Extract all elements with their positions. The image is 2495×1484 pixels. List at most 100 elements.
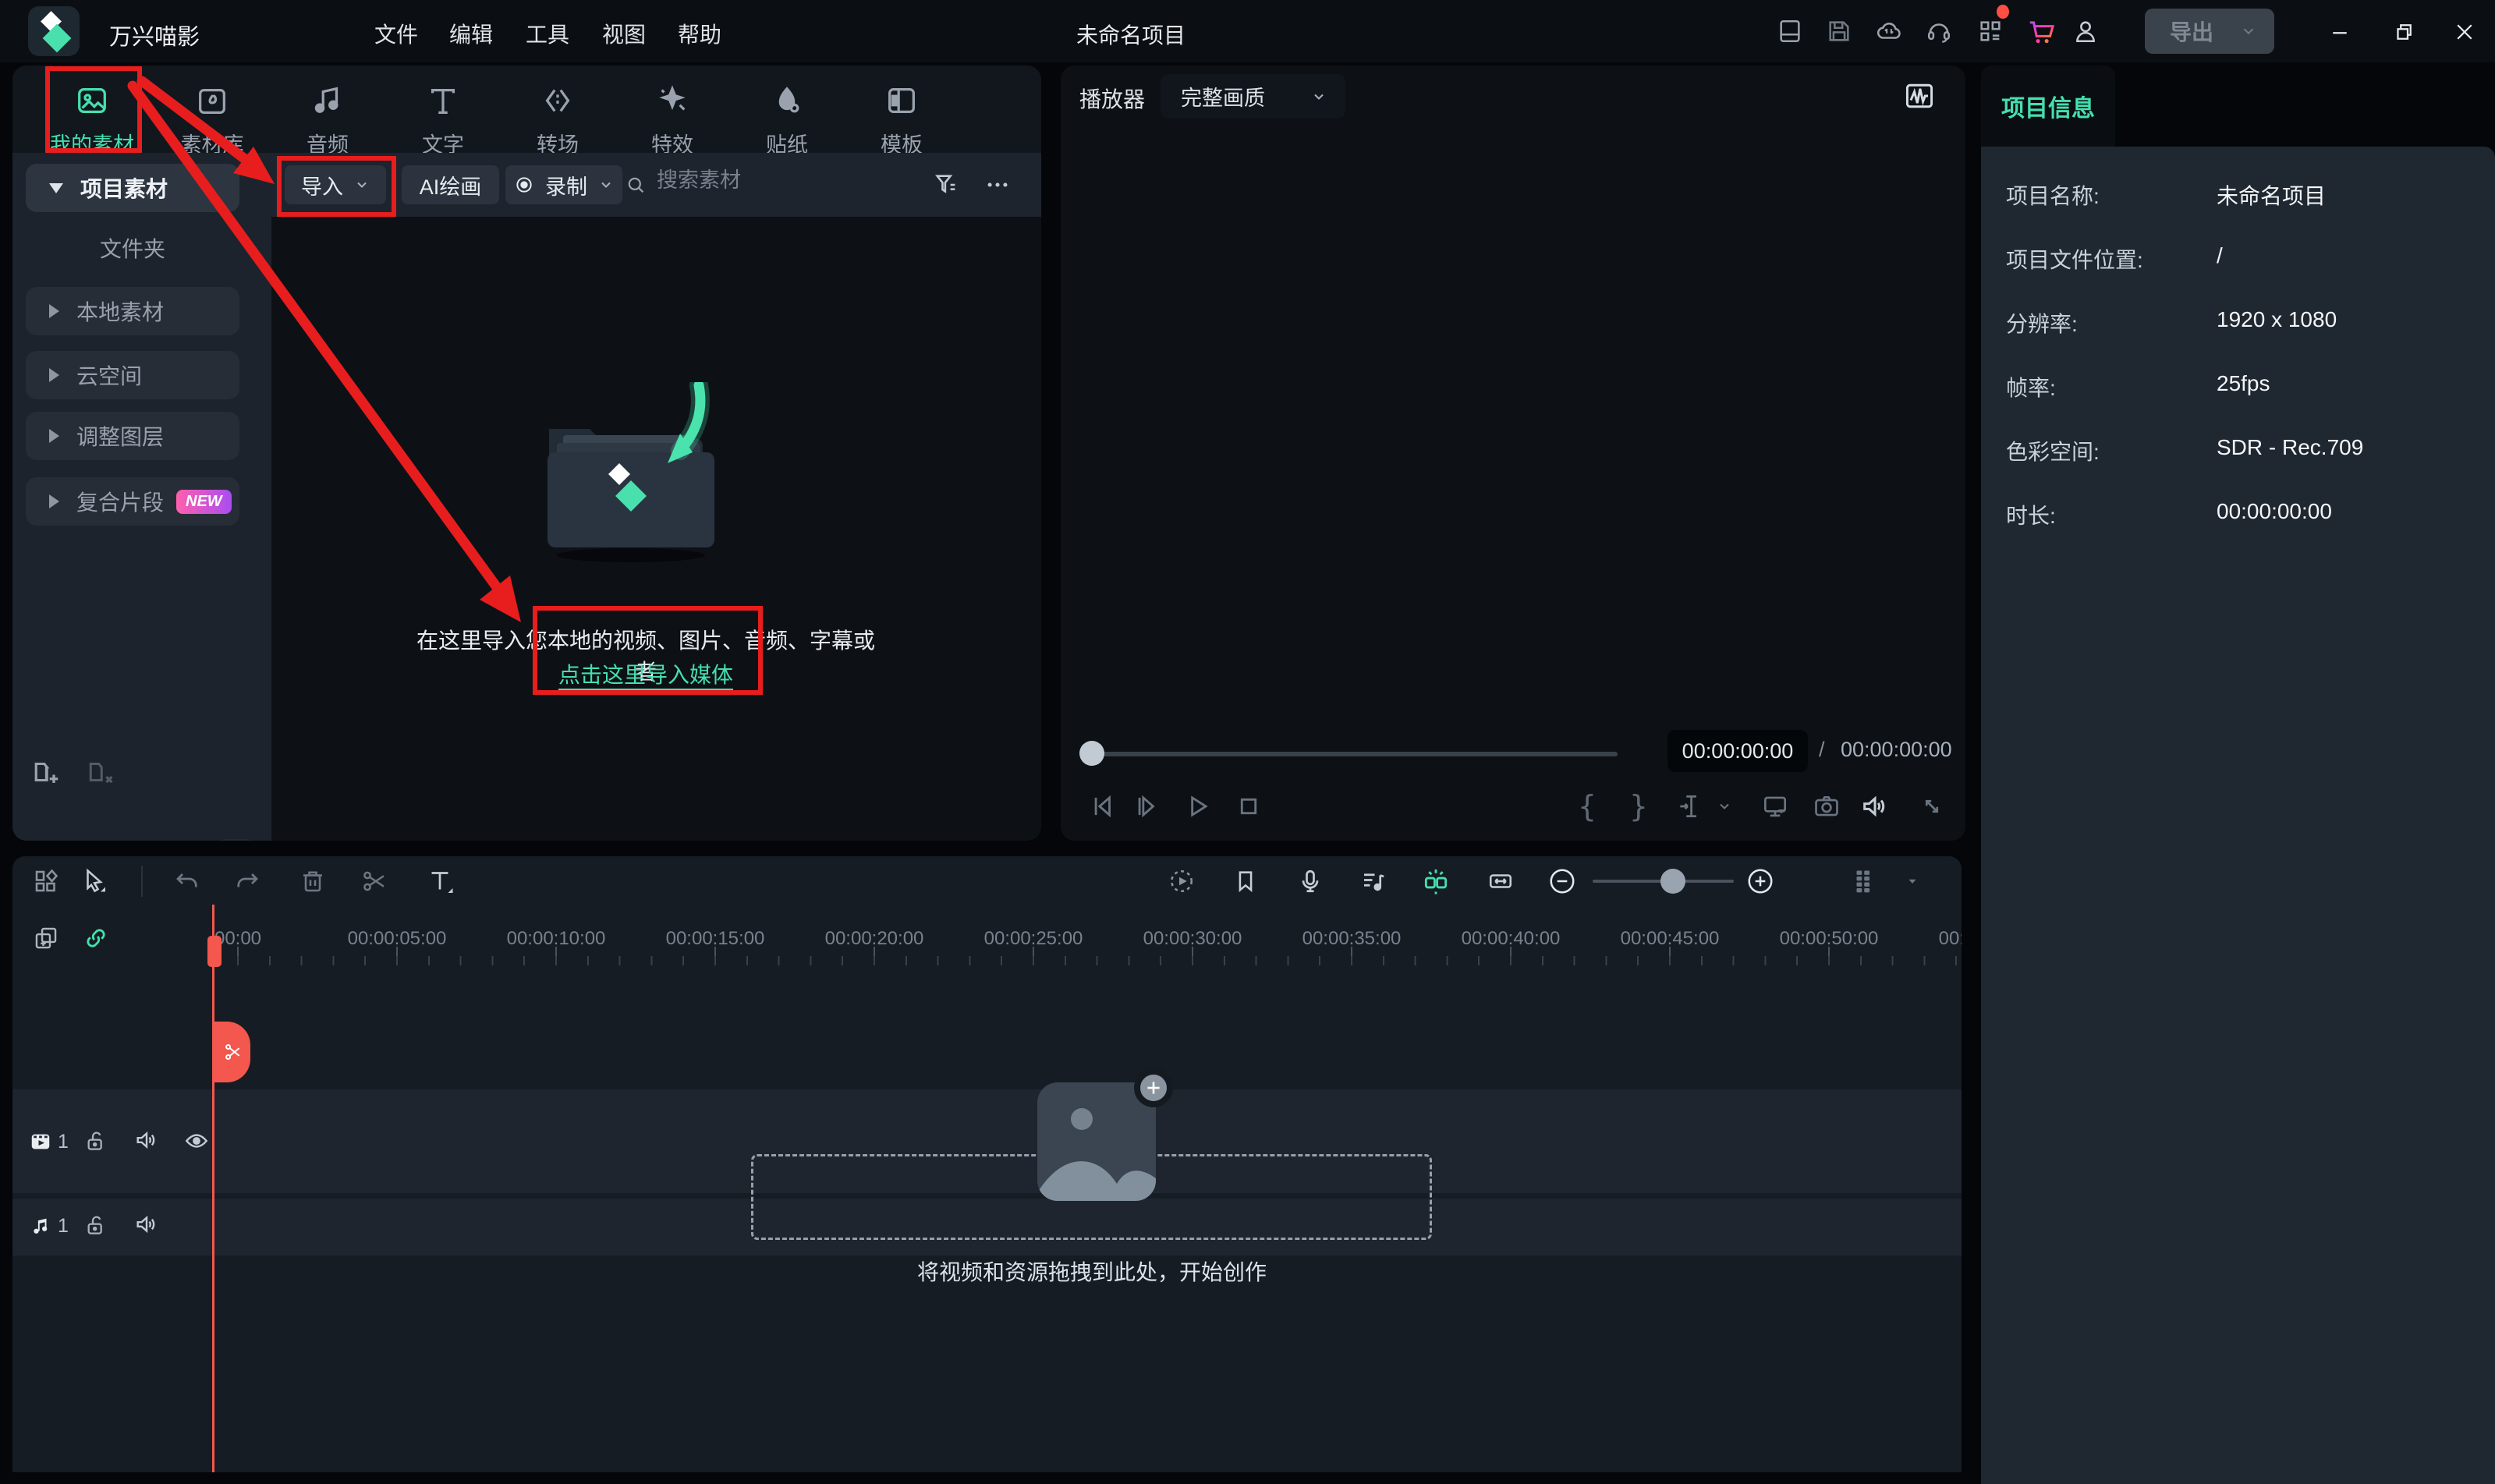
quick-split-icon[interactable] [1420, 866, 1451, 897]
playhead-split-handle[interactable] [214, 1022, 250, 1082]
tab-stickers[interactable]: 贴纸 [729, 83, 845, 158]
record-button[interactable]: 录制 [505, 165, 622, 204]
volume-button[interactable] [1858, 789, 1892, 823]
more-options-icon[interactable] [983, 170, 1012, 200]
audio-mute-icon[interactable] [133, 1210, 161, 1238]
tab-transitions[interactable]: 转场 [500, 83, 615, 158]
video-track-icon [28, 1129, 53, 1154]
audio-lock-icon[interactable] [83, 1212, 109, 1238]
fit-timeline-icon[interactable] [1485, 866, 1516, 897]
audio-mixer-icon[interactable] [1358, 866, 1389, 897]
project-info-tab-label: 项目信息 [2001, 96, 2095, 122]
text-tool-icon[interactable] [424, 866, 455, 897]
sidebar-item-compound-clip[interactable]: 复合片段 NEW [26, 477, 239, 526]
cart-icon[interactable] [2026, 16, 2056, 47]
video-mute-icon[interactable] [133, 1126, 161, 1154]
menu-file[interactable]: 文件 [359, 18, 434, 49]
scope-view-icon[interactable] [1900, 76, 1939, 115]
tab-audio[interactable]: 音频 [270, 83, 385, 158]
tab-templates[interactable]: 模板 [844, 83, 959, 158]
marker-chevron-icon[interactable] [1714, 789, 1735, 823]
mark-in-button[interactable]: { [1570, 789, 1604, 823]
split-scissors-icon[interactable] [359, 866, 390, 897]
audio-track-number: 1 [58, 1215, 69, 1237]
sidebar-item-cloud-space[interactable]: 云空间 [26, 351, 239, 399]
timeline-panel: 00:00 00:00:05:00 00:00:10:00 00:00:15:0… [12, 856, 1962, 1472]
render-preview-icon[interactable] [1166, 866, 1197, 897]
annotation-box-import-link [533, 606, 763, 695]
select-tool-icon[interactable] [78, 866, 109, 897]
playhead-line[interactable] [212, 905, 214, 1472]
video-visibility-icon[interactable] [183, 1127, 211, 1155]
sidebar-item-project-media[interactable]: 项目素材 [26, 164, 239, 212]
voiceover-mic-icon[interactable] [1295, 866, 1326, 897]
tab-text[interactable]: 文字 [385, 83, 501, 158]
import-folder-illustration[interactable] [502, 382, 760, 569]
player-title: 播放器 [1079, 87, 1146, 112]
info-row-location: 项目文件位置: / [2006, 243, 2223, 272]
delete-folder-icon[interactable] [86, 755, 120, 789]
play-button[interactable] [1180, 789, 1214, 823]
cloud-sync-icon[interactable] [1875, 17, 1903, 45]
current-time[interactable]: 00:00:00:00 [1667, 730, 1808, 772]
playhead-head[interactable] [207, 936, 222, 967]
account-icon[interactable] [2071, 17, 2100, 45]
layout-panels-icon[interactable] [1776, 17, 1804, 45]
playback-progress-bar[interactable] [1090, 752, 1618, 756]
close-button[interactable] [2451, 19, 2478, 45]
track-manager-chevron-icon[interactable] [1903, 866, 1922, 897]
minimize-button[interactable] [2327, 19, 2353, 45]
marker-icon[interactable] [1230, 866, 1261, 897]
redo-icon[interactable] [232, 866, 263, 897]
undo-icon[interactable] [172, 866, 203, 897]
sidebar-item-label: 调整图层 [76, 425, 165, 449]
support-headset-icon[interactable] [1925, 17, 1953, 45]
delete-icon[interactable] [297, 866, 328, 897]
export-label: 导出 [2170, 20, 2214, 44]
playback-progress-knob[interactable] [1079, 741, 1104, 766]
project-info-tab[interactable]: 项目信息 [1981, 66, 2115, 147]
zoom-out-icon[interactable] [1547, 866, 1578, 897]
media-manager-icon[interactable] [30, 866, 62, 897]
sidebar-item-folder[interactable]: 文件夹 [26, 225, 239, 271]
new-badge: NEW [176, 489, 232, 514]
menu-edit[interactable]: 编辑 [434, 18, 509, 49]
secondary-display-button[interactable] [1758, 789, 1792, 823]
sidebar-item-local-media[interactable]: 本地素材 [26, 287, 239, 335]
snapshot-button[interactable] [1809, 789, 1844, 823]
tab-effects[interactable]: 特效 [615, 83, 730, 158]
search-icon [624, 173, 647, 197]
apps-grid-icon[interactable] [1976, 17, 2004, 45]
stop-button[interactable] [1232, 789, 1266, 823]
chevron-right-icon [49, 368, 59, 382]
mark-out-button[interactable]: } [1621, 789, 1656, 823]
restore-button[interactable] [2390, 19, 2417, 45]
collapse-sidebar-button[interactable] [217, 839, 254, 841]
menu-tools[interactable]: 工具 [510, 18, 585, 49]
add-media-plus-icon[interactable] [1134, 1068, 1173, 1107]
timeline-zoom-knob[interactable] [1660, 869, 1685, 894]
scissors-icon [225, 1043, 240, 1061]
track-manager-icon[interactable] [1849, 866, 1880, 897]
save-icon[interactable] [1825, 17, 1853, 45]
insert-marker-button[interactable] [1673, 789, 1707, 823]
app-logo-icon [28, 6, 80, 56]
media-sidebar: 项目素材 文件夹 本地素材 云空间 调整图层 复合片段 NEW [12, 153, 271, 841]
project-info-panel: 项目名称: 未命名项目 项目文件位置: / 分辨率: 1920 x 1080 帧… [1981, 147, 2495, 1484]
fullscreen-button[interactable] [1915, 789, 1949, 823]
add-folder-icon[interactable] [31, 755, 66, 789]
previous-frame-button[interactable] [1085, 789, 1119, 823]
filter-icon[interactable] [931, 170, 961, 200]
sidebar-item-adjustment-layer[interactable]: 调整图层 [26, 412, 239, 460]
menu-view[interactable]: 视图 [587, 18, 661, 49]
tab-stock-library[interactable]: 素材库 [154, 83, 270, 158]
menu-help[interactable]: 帮助 [662, 18, 737, 49]
export-button[interactable]: 导出 [2145, 9, 2274, 54]
zoom-in-icon[interactable] [1745, 866, 1776, 897]
search-input[interactable] [657, 168, 891, 193]
video-lock-icon[interactable] [83, 1128, 109, 1154]
timeline-drop-hint: 将视频和资源拖拽到此处，开始创作 [916, 1260, 1267, 1284]
next-frame-button[interactable] [1129, 789, 1163, 823]
ai-paint-button[interactable]: AI绘画 [402, 165, 499, 204]
quality-select[interactable]: 完整画质 [1161, 74, 1345, 119]
